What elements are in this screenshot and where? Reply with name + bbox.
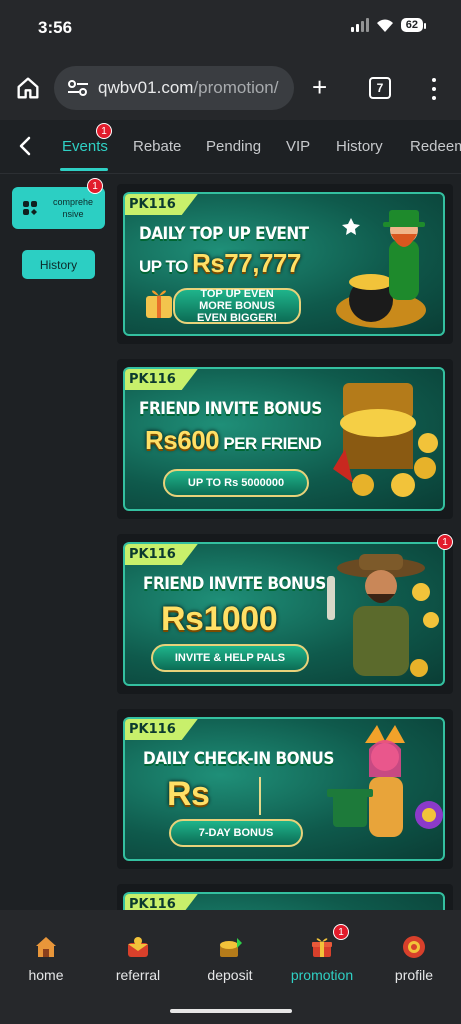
category-sidebar: comprehe nsive 1 History bbox=[0, 175, 110, 910]
leprechaun-illustration bbox=[336, 210, 426, 328]
deposit-icon bbox=[220, 938, 242, 957]
brand-tag: PK116 bbox=[125, 544, 198, 565]
new-tab-icon[interactable]: + bbox=[312, 74, 327, 100]
promo-banner-daily-topup[interactable]: PK116 DAILY TOP UP EVENT UP TO Rs77,777 … bbox=[123, 192, 445, 336]
promo-card[interactable]: PK116 bbox=[117, 884, 453, 910]
promo-banner-friend-invite-1000[interactable]: PK116 FRIEND INVITE BONUS Rs1000 INVITE … bbox=[123, 542, 445, 686]
promo-title: DAILY TOP UP EVENT bbox=[139, 224, 309, 244]
promo-amount: UP TO Rs77,777 bbox=[139, 248, 301, 278]
promo-banner-partial[interactable]: PK116 bbox=[123, 892, 445, 910]
tab-redeem[interactable]: Redeem bbox=[410, 138, 461, 155]
referral-icon bbox=[128, 937, 148, 957]
tab-vip[interactable]: VIP bbox=[286, 138, 310, 155]
home-icon[interactable] bbox=[14, 74, 42, 102]
promo-badge: 1 bbox=[437, 534, 453, 550]
promo-pill: INVITE & HELP PALS bbox=[151, 644, 309, 672]
nav-referral[interactable]: referral bbox=[98, 934, 178, 983]
url-path: /promotion/ bbox=[193, 78, 279, 97]
nav-profile[interactable]: profile bbox=[374, 934, 454, 983]
promo-pill: TOP UP EVEN MORE BONUS EVEN BIGGER! bbox=[173, 288, 301, 324]
promo-pill: 7-DAY BONUS bbox=[169, 819, 303, 847]
nav-home[interactable]: home bbox=[6, 934, 86, 983]
tab-count-button[interactable]: 7 bbox=[369, 77, 391, 99]
active-tab-indicator bbox=[60, 168, 108, 171]
more-menu-icon[interactable] bbox=[425, 76, 443, 102]
browser-toolbar: qwbv01.com/promotion/ + 7 bbox=[0, 56, 461, 120]
promo-card[interactable]: PK116 FRIEND INVITE BONUS Rs600 PER FRIE… bbox=[117, 359, 453, 519]
promo-card[interactable]: PK116 DAILY CHECK-IN BONUS Rs 7-DAY BONU… bbox=[117, 709, 453, 869]
tab-rebate[interactable]: Rebate bbox=[133, 138, 181, 155]
address-bar[interactable]: qwbv01.com/promotion/ bbox=[54, 66, 294, 110]
back-arrow-icon[interactable] bbox=[16, 136, 36, 156]
promo-card[interactable]: PK116 FRIEND INVITE BONUS Rs1000 INVITE … bbox=[117, 534, 453, 694]
site-settings-icon[interactable] bbox=[66, 78, 90, 98]
promo-title: DAILY CHECK-IN BONUS bbox=[143, 749, 334, 769]
nav-promotion-badge: 1 bbox=[333, 924, 349, 940]
promo-card[interactable]: PK116 DAILY TOP UP EVENT UP TO Rs77,777 … bbox=[117, 184, 453, 344]
battery-icon: 62 bbox=[400, 18, 427, 32]
promotion-tabs: Events 1 Rebate Pending VIP History Rede… bbox=[0, 120, 461, 174]
signal-icon bbox=[350, 18, 369, 32]
brand-tag: PK116 bbox=[125, 194, 198, 215]
tab-history[interactable]: History bbox=[336, 138, 383, 155]
jester-illustration bbox=[327, 725, 443, 837]
wifi-icon bbox=[376, 19, 393, 32]
promotion-icon bbox=[312, 938, 332, 957]
amount-placeholder-divider bbox=[259, 777, 261, 815]
promo-amount: Rs600 PER FRIEND bbox=[145, 425, 322, 455]
promotion-list: PK116 DAILY TOP UP EVENT UP TO Rs77,777 … bbox=[117, 184, 453, 910]
history-button[interactable]: History bbox=[22, 250, 95, 279]
brand-tag: PK116 bbox=[125, 719, 198, 740]
status-icons: 62 bbox=[350, 17, 427, 33]
bottom-navigation: home referral deposit promotion 1 profil… bbox=[0, 910, 461, 1024]
promo-banner-daily-checkin[interactable]: PK116 DAILY CHECK-IN BONUS Rs 7-DAY BONU… bbox=[123, 717, 445, 861]
promo-banner-friend-invite-600[interactable]: PK116 FRIEND INVITE BONUS Rs600 PER FRIE… bbox=[123, 367, 445, 511]
promo-amount: Rs1000 bbox=[161, 600, 278, 638]
gift-icon bbox=[146, 290, 172, 318]
nav-promotion[interactable]: promotion bbox=[282, 934, 362, 983]
status-bar: 3:56 62 bbox=[0, 0, 461, 56]
promo-title: FRIEND INVITE BONUS bbox=[139, 399, 322, 419]
profile-icon bbox=[403, 936, 425, 958]
home-icon bbox=[36, 937, 56, 957]
status-time: 3:56 bbox=[38, 18, 73, 37]
tab-events-badge: 1 bbox=[96, 123, 112, 139]
category-label: comprehe nsive bbox=[52, 197, 94, 219]
grid-icon bbox=[23, 201, 37, 215]
url-domain: qwbv01.com bbox=[98, 78, 194, 97]
tab-events[interactable]: Events bbox=[62, 138, 108, 155]
nav-deposit[interactable]: deposit bbox=[190, 934, 270, 983]
adventurer-illustration bbox=[327, 554, 439, 677]
treasure-chest-illustration bbox=[333, 383, 438, 497]
promo-amount: Rs bbox=[167, 775, 210, 813]
brand-tag: PK116 bbox=[125, 369, 198, 390]
tab-pending[interactable]: Pending bbox=[206, 138, 261, 155]
category-badge: 1 bbox=[87, 178, 103, 194]
promo-title: FRIEND INVITE BONUS bbox=[143, 574, 326, 594]
promo-pill: UP TO Rs 5000000 bbox=[163, 469, 309, 497]
brand-tag: PK116 bbox=[125, 894, 198, 910]
home-indicator[interactable] bbox=[170, 1009, 292, 1013]
